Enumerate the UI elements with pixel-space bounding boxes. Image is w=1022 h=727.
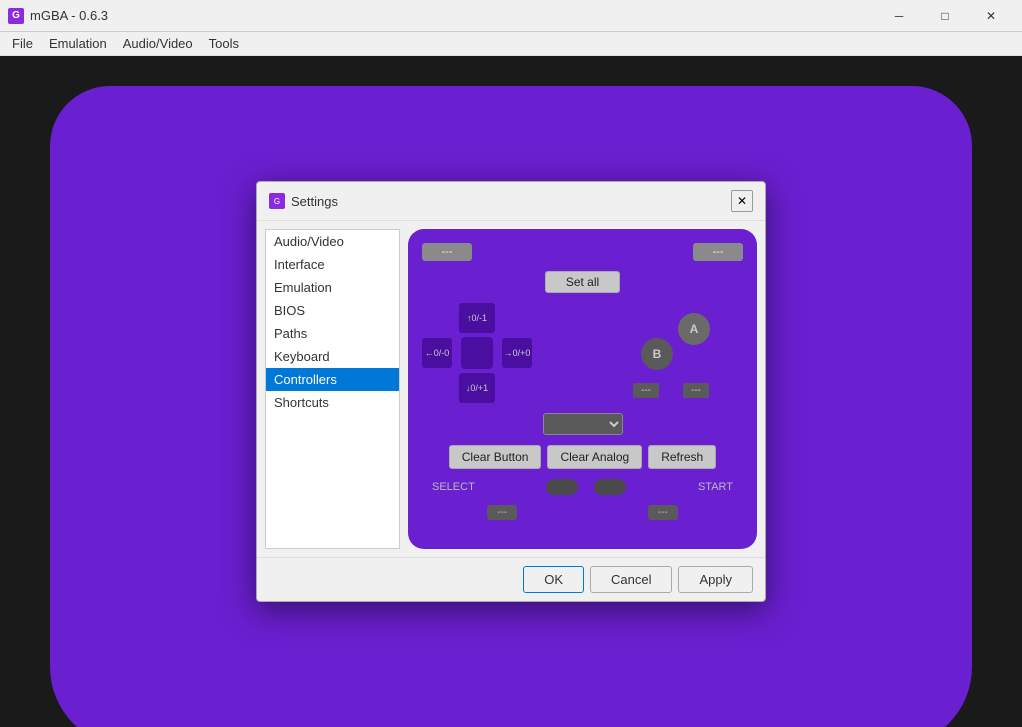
action-buttons-row: Clear Button Clear Analog Refresh <box>422 445 743 469</box>
menubar: File Emulation Audio/Video Tools <box>0 32 1022 56</box>
window-close-button[interactable]: ✕ <box>968 0 1014 32</box>
sidebar-item-shortcuts[interactable]: Shortcuts <box>266 391 399 414</box>
minimize-button[interactable]: ─ <box>876 0 922 32</box>
set-all-button[interactable]: Set all <box>545 271 620 293</box>
clear-analog-btn[interactable]: Clear Analog <box>547 445 642 469</box>
dpad-up-label: ↑0/-1 <box>467 313 487 323</box>
dpad: ↑0/-1 ↓0/+1 ←0/-0 →0/+0 <box>422 303 532 403</box>
dialog-title: Settings <box>291 194 731 209</box>
dialog-close-button[interactable]: ✕ <box>731 190 753 212</box>
app-title: mGBA - 0.6.3 <box>30 8 876 23</box>
sidebar-item-emulation[interactable]: Emulation <box>266 276 399 299</box>
menu-file[interactable]: File <box>4 34 41 53</box>
dialog-footer: OK Cancel Apply <box>257 557 765 601</box>
sidebar-item-audio-video[interactable]: Audio/Video <box>266 230 399 253</box>
menu-emulation[interactable]: Emulation <box>41 34 115 53</box>
dpad-left[interactable]: ←0/-0 <box>422 338 452 368</box>
sidebar-item-controllers[interactable]: Controllers <box>266 368 399 391</box>
controller-panel: --- --- Set all ↑0/-1 <box>408 229 757 549</box>
a-button-label[interactable]: --- <box>683 383 709 398</box>
lr-buttons-row: --- --- <box>422 243 743 261</box>
dpad-right-label: →0/+0 <box>504 348 531 358</box>
titlebar: G mGBA - 0.6.3 ─ □ ✕ <box>0 0 1022 32</box>
abxy-area: B A --- --- <box>623 303 743 403</box>
select-start-row: SELECT START <box>422 479 743 495</box>
settings-sidebar: Audio/Video Interface Emulation BIOS Pat… <box>265 229 400 549</box>
sidebar-item-paths[interactable]: Paths <box>266 322 399 345</box>
select-start-circles <box>546 479 626 495</box>
apply-button[interactable]: Apply <box>678 566 753 593</box>
start-key-button[interactable]: --- <box>648 505 678 520</box>
sidebar-item-bios[interactable]: BIOS <box>266 299 399 322</box>
sidebar-item-keyboard[interactable]: Keyboard <box>266 345 399 368</box>
window-controls: ─ □ ✕ <box>876 0 1014 32</box>
dialog-body: Audio/Video Interface Emulation BIOS Pat… <box>257 221 765 557</box>
cancel-button[interactable]: Cancel <box>590 566 672 593</box>
dpad-right[interactable]: →0/+0 <box>502 338 532 368</box>
dialog-icon: G <box>269 193 285 209</box>
l-button[interactable]: --- <box>422 243 472 261</box>
select-key-button[interactable]: --- <box>487 505 517 520</box>
select-start-key-labels: --- --- <box>422 505 743 520</box>
menu-tools[interactable]: Tools <box>201 34 247 53</box>
dpad-abxy-row: ↑0/-1 ↓0/+1 ←0/-0 →0/+0 <box>422 303 743 403</box>
controller-dropdown-row <box>422 413 743 435</box>
clear-button-btn[interactable]: Clear Button <box>449 445 542 469</box>
r-button[interactable]: --- <box>693 243 743 261</box>
dialog-overlay: G Settings ✕ Audio/Video Interface Emula… <box>0 56 1022 727</box>
controller-dropdown[interactable] <box>543 413 623 435</box>
b-button-circle[interactable]: B <box>641 338 673 370</box>
select-label: SELECT <box>432 481 475 493</box>
dpad-center <box>461 337 493 369</box>
dialog-titlebar: G Settings ✕ <box>257 182 765 221</box>
dpad-up[interactable]: ↑0/-1 <box>459 303 495 333</box>
app-icon: G <box>8 8 24 24</box>
start-label: START <box>698 481 733 493</box>
dpad-down-label: ↓0/+1 <box>466 383 488 393</box>
ok-button[interactable]: OK <box>523 566 584 593</box>
b-button-label[interactable]: --- <box>633 383 659 398</box>
dpad-down[interactable]: ↓0/+1 <box>459 373 495 403</box>
select-circle[interactable] <box>546 479 578 495</box>
menu-audio-video[interactable]: Audio/Video <box>115 34 201 53</box>
a-button-circle[interactable]: A <box>678 313 710 345</box>
sidebar-item-interface[interactable]: Interface <box>266 253 399 276</box>
settings-dialog: G Settings ✕ Audio/Video Interface Emula… <box>256 181 766 602</box>
dpad-left-label: ←0/-0 <box>425 348 450 358</box>
set-all-row: Set all <box>422 271 743 293</box>
refresh-btn[interactable]: Refresh <box>648 445 716 469</box>
start-circle[interactable] <box>594 479 626 495</box>
maximize-button[interactable]: □ <box>922 0 968 32</box>
